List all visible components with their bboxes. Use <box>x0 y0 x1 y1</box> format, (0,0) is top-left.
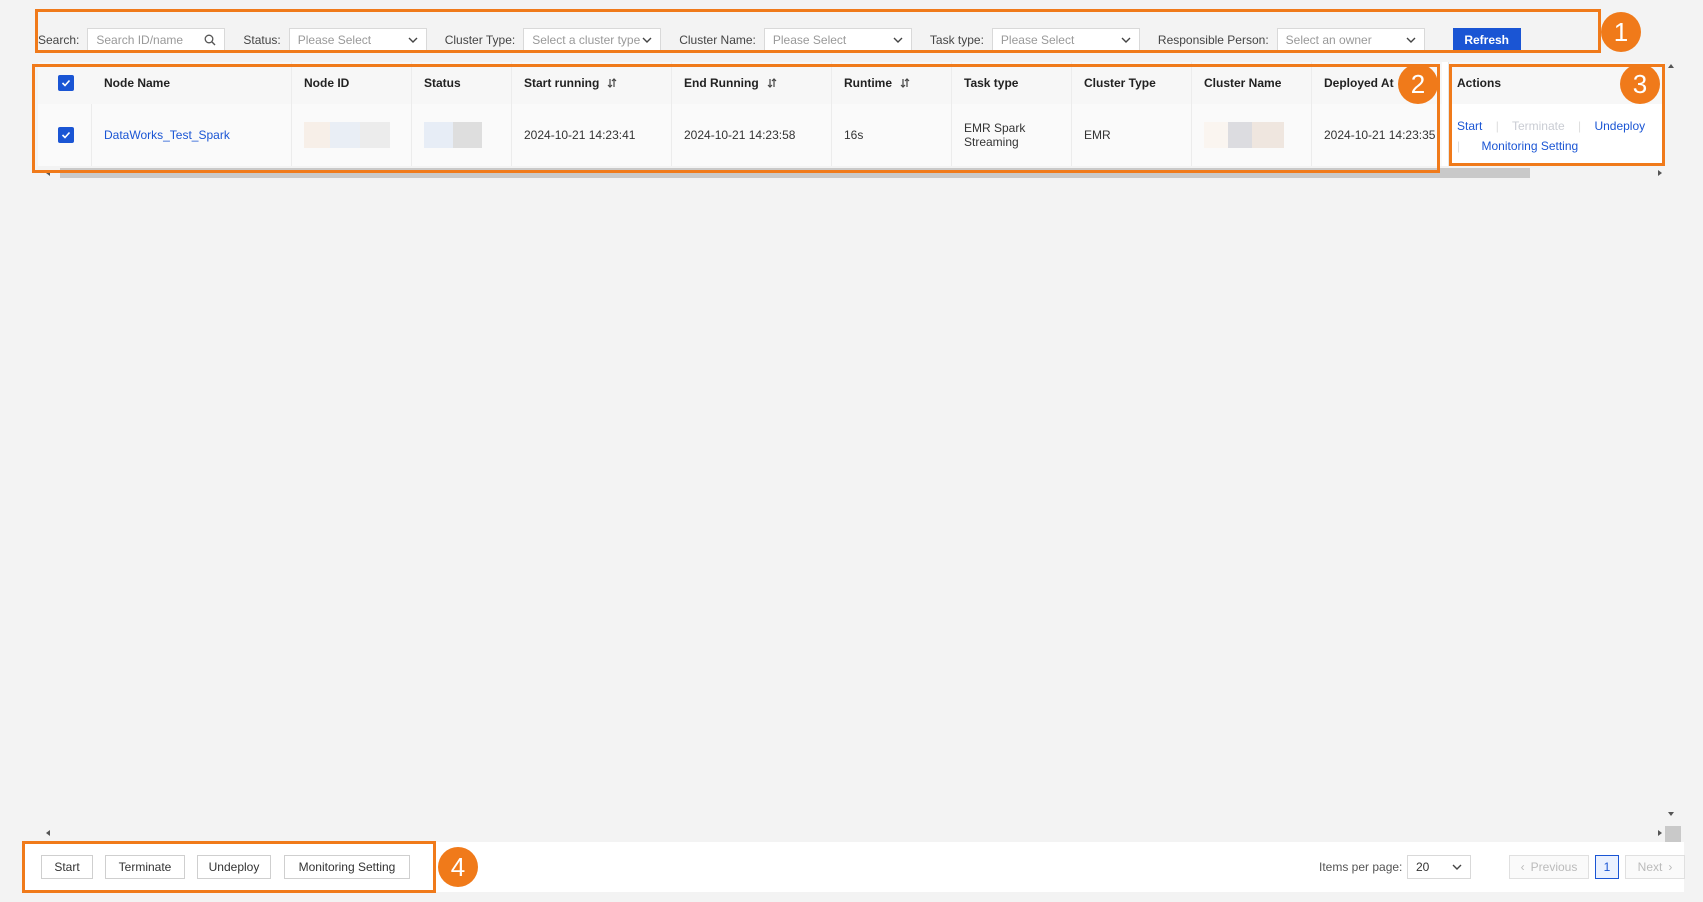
callout-badge-2: 2 <box>1398 64 1438 104</box>
bulk-undeploy-button[interactable]: Undeploy <box>197 855 271 879</box>
footer-bar: Start Terminate Undeploy Monitoring Sett… <box>24 842 1685 892</box>
chevron-down-icon <box>1452 864 1462 870</box>
horizontal-scroll-thumb[interactable] <box>60 168 1530 178</box>
vertical-scrollbar[interactable] <box>1665 62 1677 830</box>
chevron-left-icon: ‹ <box>1520 860 1525 874</box>
select-all-cell <box>38 62 92 104</box>
callout-badge-4: 4 <box>438 847 478 887</box>
chevron-right-icon: › <box>1668 860 1673 874</box>
redacted-status <box>424 122 482 148</box>
cluster-type-filter-label: Cluster Type: <box>444 33 516 47</box>
node-name-cell: DataWorks_Test_Spark <box>92 104 292 166</box>
chevron-down-icon <box>1121 37 1131 43</box>
table-row: DataWorks_Test_Spark 2024-10-21 14:23:41… <box>38 104 1442 166</box>
scroll-down-icon[interactable] <box>1667 810 1675 818</box>
task-type-cell: EMR Spark Streaming <box>952 104 1072 166</box>
header-end-running[interactable]: End Running <box>672 62 832 104</box>
scroll-right-icon[interactable] <box>1656 829 1664 837</box>
status-select[interactable]: Please Select <box>288 28 427 52</box>
task-type-select[interactable]: Please Select <box>991 28 1140 52</box>
select-all-checkbox[interactable] <box>58 75 74 91</box>
items-per-page-select[interactable]: 20 <box>1407 855 1471 879</box>
row-select-cell <box>38 104 92 166</box>
task-type-filter-label: Task type: <box>929 33 984 47</box>
sort-icon <box>767 78 777 88</box>
chevron-down-icon <box>642 37 652 43</box>
scroll-corner <box>1665 826 1681 842</box>
page-number-current[interactable]: 1 <box>1595 855 1619 879</box>
cluster-name-select[interactable]: Please Select <box>763 28 912 52</box>
responsible-select[interactable]: Select an owner <box>1276 28 1425 52</box>
action-divider: | <box>1457 139 1461 153</box>
check-icon <box>61 131 71 139</box>
row-checkbox[interactable] <box>58 127 74 143</box>
node-id-cell <box>292 104 412 166</box>
refresh-button[interactable]: Refresh <box>1452 28 1521 52</box>
end-running-cell: 2024-10-21 14:23:58 <box>672 104 832 166</box>
chevron-down-icon <box>1406 37 1416 43</box>
table-header: Node Name Node ID Status Start running E… <box>38 62 1442 104</box>
redacted-cluster-name <box>1204 122 1284 148</box>
chevron-down-icon <box>408 37 418 43</box>
scroll-up-icon[interactable] <box>1667 62 1675 70</box>
cluster-name-cell <box>1192 104 1312 166</box>
scroll-left-icon[interactable] <box>44 829 52 837</box>
filter-bar: Search: Search ID/name Status: Please Se… <box>38 26 1521 54</box>
sort-icon <box>900 78 910 88</box>
header-task-type: Task type <box>952 62 1072 104</box>
start-running-cell: 2024-10-21 14:23:41 <box>512 104 672 166</box>
row-terminate-link[interactable]: Terminate <box>1512 119 1565 133</box>
previous-page-button[interactable]: ‹ Previous <box>1509 855 1589 879</box>
responsible-filter-label: Responsible Person: <box>1157 33 1269 47</box>
redacted-node-id <box>304 122 390 148</box>
bottom-horizontal-scrollbar[interactable] <box>44 828 1664 838</box>
row-start-link[interactable]: Start <box>1457 119 1482 133</box>
sort-icon <box>607 78 617 88</box>
node-name-link[interactable]: DataWorks_Test_Spark <box>104 128 230 142</box>
row-actions: Start | Terminate | Undeploy | Monitorin… <box>1449 104 1664 156</box>
callout-badge-1: 1 <box>1601 12 1641 52</box>
action-divider: | <box>1577 119 1582 133</box>
header-start-running[interactable]: Start running <box>512 62 672 104</box>
scroll-left-icon[interactable] <box>44 169 52 177</box>
next-page-button[interactable]: Next › <box>1625 855 1685 879</box>
bulk-monitoring-button[interactable]: Monitoring Setting <box>284 855 410 879</box>
status-cell <box>412 104 512 166</box>
row-undeploy-link[interactable]: Undeploy <box>1594 119 1645 133</box>
header-status: Status <box>412 62 512 104</box>
header-node-id: Node ID <box>292 62 412 104</box>
chevron-down-icon <box>893 37 903 43</box>
runtime-cell: 16s <box>832 104 952 166</box>
check-icon <box>61 79 71 87</box>
search-input[interactable]: Search ID/name <box>87 28 226 52</box>
search-label: Search: <box>38 33 80 47</box>
row-monitoring-link[interactable]: Monitoring Setting <box>1481 139 1578 153</box>
header-node-name: Node Name <box>92 62 292 104</box>
cluster-type-cell: EMR <box>1072 104 1192 166</box>
bulk-terminate-button[interactable]: Terminate <box>105 855 185 879</box>
deployed-at-cell: 2024-10-21 14:23:35 <box>1324 128 1436 142</box>
bulk-start-button[interactable]: Start <box>41 855 93 879</box>
items-per-page-label: Items per page: <box>1319 860 1403 874</box>
header-runtime[interactable]: Runtime <box>832 62 952 104</box>
callout-badge-3: 3 <box>1620 64 1660 104</box>
cluster-name-filter-label: Cluster Name: <box>679 33 756 47</box>
header-cluster-name: Cluster Name <box>1192 62 1312 104</box>
header-cluster-type: Cluster Type <box>1072 62 1192 104</box>
search-icon <box>204 34 216 46</box>
cluster-type-select[interactable]: Select a cluster type <box>523 28 662 52</box>
scroll-right-icon[interactable] <box>1656 169 1664 177</box>
action-divider: | <box>1495 119 1499 133</box>
status-filter-label: Status: <box>243 33 281 47</box>
